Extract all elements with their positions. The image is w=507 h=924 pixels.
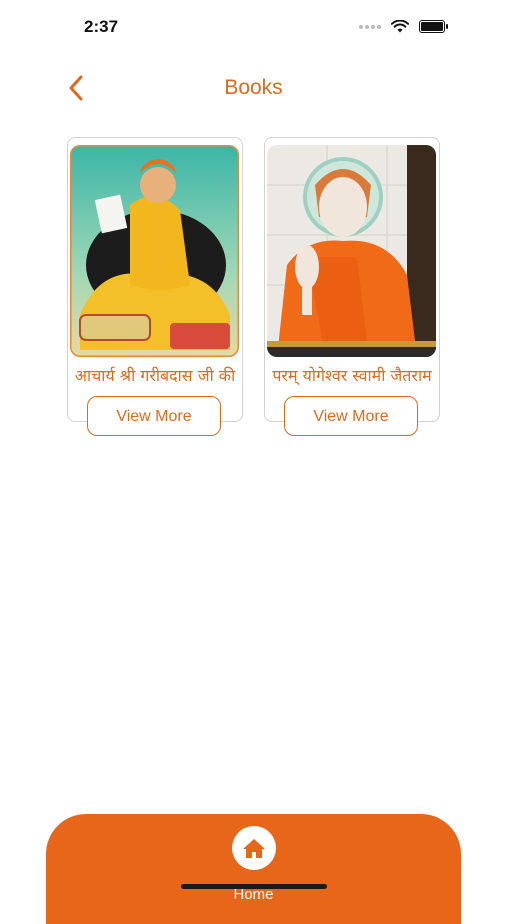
view-more-button[interactable]: View More [284, 396, 418, 436]
home-icon-circle [231, 826, 276, 870]
home-indicator[interactable] [181, 884, 327, 889]
page-title: Books [224, 76, 283, 99]
signal-icon [359, 24, 381, 29]
home-tab[interactable]: Home [214, 826, 294, 906]
status-bar: 2:37 [0, 0, 507, 54]
book-title: आचार्य श्री गरीबदास जी की [74, 366, 236, 385]
book-cover-image [70, 145, 239, 357]
book-card[interactable]: परम् योगेश्वर स्वामी जैतराम View More [264, 137, 440, 436]
navigation-bar: Books [0, 60, 507, 116]
status-icons [359, 20, 448, 33]
battery-icon [419, 20, 448, 33]
view-more-button[interactable]: View More [87, 396, 221, 436]
wifi-icon [391, 20, 409, 33]
book-cover-image [267, 145, 436, 357]
book-card[interactable]: आचार्य श्री गरीबदास जी की View More [67, 137, 243, 436]
bottom-tab-bar: Home [46, 814, 461, 924]
home-icon [242, 839, 265, 858]
book-title: परम् योगेश्वर स्वामी जैतराम [272, 366, 432, 385]
status-time: 2:37 [84, 17, 119, 36]
